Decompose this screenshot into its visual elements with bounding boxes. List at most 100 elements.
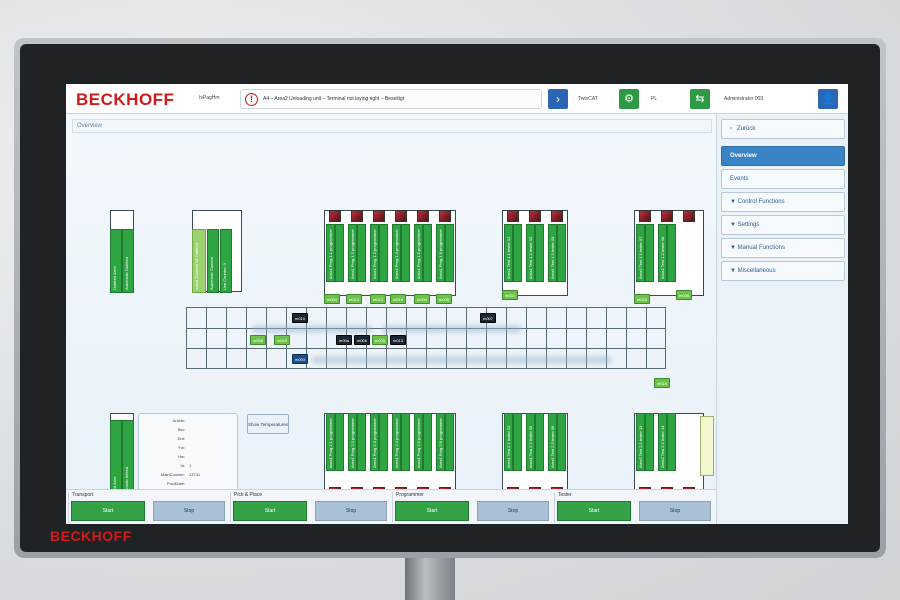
carrier-tag[interactable]: m010: [292, 313, 309, 323]
station-label: Area1 Prog 1.4 programmer 04: [392, 224, 401, 282]
tester-station[interactable]: Area1 Test 1.2 tester 02: [525, 210, 545, 296]
tester-station[interactable]: Area2 Test 2.1 tester 13: [635, 413, 655, 499]
header-bar: BECKHOFF IsPagHm ! A4 – Area2 Unloading …: [66, 84, 848, 114]
camera-station[interactable]: Area1 Camera 01 Outfeed Automatic Camera…: [192, 210, 242, 293]
user-button[interactable]: 👤: [818, 89, 838, 109]
station-label: Area1 Camera 01 Outfeed: [192, 229, 206, 293]
station-label: Automatic Infeed: [122, 420, 134, 500]
station-status: [535, 413, 544, 471]
nav-item-settings[interactable]: ▼ Settings: [721, 215, 845, 235]
programmer-station[interactable]: Area1 Prog 1.1 programmer 01: [325, 210, 345, 296]
tester-station[interactable]: Area1 Test 2.1 tester 04: [503, 413, 523, 499]
station-status: [379, 413, 388, 471]
carrier-tag[interactable]: m009: [372, 335, 389, 345]
station-label: Automatic Camera: [207, 229, 219, 293]
carrier-tag[interactable]: m016: [390, 294, 407, 304]
control-group: Programmer Start Stop: [392, 492, 552, 523]
stop-button[interactable]: Stop: [153, 501, 225, 521]
grid-divider: [186, 348, 666, 349]
info-label: Fw:: [178, 445, 185, 450]
station-label: Area1 Test 2.3 tester 06: [548, 413, 557, 471]
nav-panel: ‹ Zurück Overview Events ▼ Control Funct…: [716, 114, 848, 524]
grid-divider: [206, 307, 207, 369]
outfeed-station[interactable]: Outfeed Area Automatic Outfeed: [110, 210, 134, 293]
tester-station[interactable]: Area1 Test 2.2 tester 05: [525, 413, 545, 499]
start-button[interactable]: Start: [71, 501, 145, 521]
carrier-tag[interactable]: m00b: [354, 335, 371, 345]
infeed-station[interactable]: Infeed Area Automatic Infeed: [110, 413, 134, 500]
station-status: [667, 224, 676, 282]
carrier-tag[interactable]: m026: [634, 294, 651, 304]
carrier-tag[interactable]: m00a: [336, 335, 353, 345]
back-button[interactable]: ‹ Zurück: [721, 119, 845, 139]
carrier-tag[interactable]: m012: [370, 294, 387, 304]
programmer-station[interactable]: Area1 Prog 1.5 programmer 05: [413, 210, 433, 296]
hmi-screen: BECKHOFF IsPagHm ! A4 – Area2 Unloading …: [66, 84, 848, 524]
programmer-station[interactable]: Area1 Prog 2.5 programmer 11: [413, 413, 433, 499]
programmer-station[interactable]: Area1 Prog 2.3 programmer 09: [369, 413, 389, 499]
stop-button[interactable]: Stop: [639, 501, 711, 521]
programmer-station[interactable]: Area1 Prog 1.4 programmer 04: [391, 210, 411, 296]
carrier-tag[interactable]: m008: [250, 335, 267, 345]
start-button[interactable]: Start: [395, 501, 469, 521]
info-label: MainCounter:: [160, 472, 185, 477]
tester-station[interactable]: Area2 Test 1.1 tester 07: [635, 210, 655, 296]
device-module-icon: [507, 210, 519, 222]
motion-blur: [382, 325, 522, 333]
plc-status-button[interactable]: ⇆: [690, 89, 710, 109]
programmer-station[interactable]: Area1 Prog 2.6 programmer 12: [435, 413, 455, 499]
tester-station[interactable]: Area1 Test 1.1 tester 01: [503, 210, 523, 296]
station-label: Automatic Outfeed: [122, 229, 134, 293]
tester-station[interactable]: Area1 Test 1.3 tester 03: [547, 210, 567, 296]
carrier-tag[interactable]: m008: [676, 290, 693, 300]
station-status: [357, 413, 366, 471]
station-label: Area1 Prog 1.3 programmer 03: [370, 224, 379, 282]
programmer-station[interactable]: Area1 Prog 2.4 programmer 10: [391, 413, 411, 499]
nav-item-events[interactable]: Events: [721, 169, 845, 189]
programmer-station[interactable]: Area1 Prog 1.2 programmer 02: [347, 210, 367, 296]
tester-station[interactable]: Area2 Test 2.2 tester 14: [657, 413, 677, 499]
carrier-tag[interactable]: m019: [274, 335, 291, 345]
stop-button[interactable]: Stop: [477, 501, 549, 521]
info-label: Dut:: [177, 436, 185, 441]
device-module-icon: [661, 210, 673, 222]
alarm-banner[interactable]: ! A4 – Area2 Unloading unit – Terminal n…: [240, 89, 542, 109]
station-label: Infeed Area: [110, 420, 122, 500]
station-status: [513, 413, 522, 471]
product-info-panel: Article: Bto: Dut: Fw: Hw: Id: 1 MainCounter: 13…: [138, 413, 238, 501]
nav-item-overview[interactable]: Overview: [721, 146, 845, 166]
carrier-tag[interactable]: m013: [390, 335, 407, 345]
stop-button[interactable]: Stop: [315, 501, 387, 521]
station-status: [357, 224, 366, 282]
carrier-tag[interactable]: m014: [346, 294, 363, 304]
programmer-station[interactable]: Area1 Prog 2.1 programmer 07: [325, 413, 345, 499]
info-label: Id:: [180, 463, 185, 468]
tester-station[interactable]: Area1 Test 2.3 tester 06: [547, 413, 567, 499]
carrier-tag[interactable]: m002: [502, 290, 519, 300]
next-alarm-button[interactable]: ›: [548, 89, 568, 109]
station-label: Area1 Test 1.2 tester 02: [526, 224, 535, 282]
programmer-station[interactable]: Area1 Prog 1.3 programmer 03: [369, 210, 389, 296]
control-group-label: Programmer: [396, 492, 424, 498]
nav-item-control-functions[interactable]: ▼ Control Functions: [721, 192, 845, 212]
carrier-tag[interactable]: m004: [414, 294, 431, 304]
show-temperatures-button[interactable]: Show Temperatures: [247, 414, 289, 434]
device-module-icon: [529, 210, 541, 222]
nav-item-manual-functions[interactable]: ▼ Manual Functions: [721, 238, 845, 258]
carrier-tag[interactable]: m003: [292, 354, 309, 364]
programmer-station[interactable]: Area1 Prog 2.2 programmer 08: [347, 413, 367, 499]
start-button[interactable]: Start: [557, 501, 631, 521]
nav-item-miscellaneous[interactable]: ▼ Miscellaneous: [721, 261, 845, 281]
station-status: [445, 413, 454, 471]
carrier-tag[interactable]: m005: [436, 294, 453, 304]
control-group: Transport Start Stop: [68, 492, 228, 523]
carrier-tag[interactable]: m007: [480, 313, 497, 323]
twincat-status-button[interactable]: ⚙: [619, 89, 639, 109]
carrier-tag[interactable]: m004: [324, 294, 341, 304]
tester-station[interactable]: Area2 Test 1.2 tester 08: [657, 210, 677, 296]
station-label: Area1 Prog 2.3 programmer 09: [370, 413, 379, 471]
info-label: ProdDate:: [166, 481, 185, 486]
programmer-station[interactable]: Area1 Prog 1.6 programmer 06: [435, 210, 455, 296]
carrier-tag[interactable]: m016: [654, 378, 671, 388]
start-button[interactable]: Start: [233, 501, 307, 521]
